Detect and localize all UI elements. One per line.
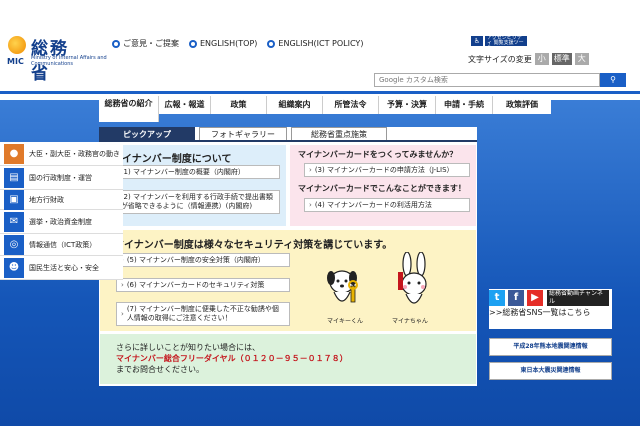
- bullet-icon: [112, 39, 120, 48]
- tab-pickup[interactable]: ピックアップ: [99, 127, 195, 141]
- tab-photo-gallery[interactable]: フォトギャラリー: [199, 127, 287, 141]
- youtube-channel-link[interactable]: 総務省動画チャンネル: [547, 290, 609, 306]
- content-tabs: ピックアップ フォトギャラリー 総務省重点施策: [99, 127, 477, 141]
- sidebar-item-elections[interactable]: ✉ 選挙・政治資金制度: [0, 210, 123, 234]
- facebook-icon[interactable]: f: [508, 290, 524, 306]
- arrow-icon: ›: [121, 309, 124, 318]
- sidebar-item-administration[interactable]: ▤ 国の行政制度・運営: [0, 166, 123, 190]
- building-icon: ▤: [4, 167, 24, 188]
- font-size-label: 文字サイズの変更: [468, 54, 532, 64]
- globe-icon: ◎: [4, 234, 24, 255]
- panel-title: マイナンバー制度について: [112, 154, 232, 165]
- search-button[interactable]: ⚲: [600, 73, 626, 87]
- sidebar-item-ict[interactable]: ◎ 情報通信（ICT政策）: [0, 234, 123, 256]
- sns-list-link[interactable]: >>総務省SNS一覧はこちら: [489, 308, 609, 318]
- site-logo[interactable]: 総務省 MIC Ministry of Internal Affairs and…: [7, 34, 107, 84]
- search-icon: ⚲: [610, 75, 616, 84]
- twitter-icon[interactable]: t: [489, 290, 505, 306]
- arrow-icon: ›: [309, 200, 312, 209]
- arrow-icon: ›: [121, 280, 124, 289]
- nav-budget[interactable]: 予算・決算: [379, 96, 436, 114]
- logo-mark-icon: [8, 36, 26, 54]
- search-box: ⚲: [374, 73, 626, 87]
- accessibility-label: アクセシビリティ 閲覧支援ツール: [485, 36, 527, 51]
- mynumber-about-panel: マイナンバー制度について ›(1) マイナンバー制度の概要（内閣府） ›(2) …: [100, 145, 286, 226]
- people-icon: ☻: [4, 257, 24, 278]
- link-opinion[interactable]: ご意見・ご提案: [112, 38, 179, 49]
- global-nav: 総務省の紹介 広報・報道 政策 組織案内 所管法令 予算・決算 申請・手続 政策…: [99, 96, 551, 122]
- panel-title: マイナンバー制度は様々なセキュリティ対策を講じています。: [114, 240, 393, 251]
- search-input[interactable]: [374, 73, 600, 87]
- link-security-measures[interactable]: ›(5) マイナンバー制度の安全対策（内閣府）: [116, 253, 290, 267]
- youtube-icon[interactable]: ▶: [527, 290, 543, 306]
- font-size-large-button[interactable]: 大: [574, 53, 589, 65]
- free-dial-intro: さらに詳しいことが知りたい場合には、: [116, 343, 260, 352]
- free-dial-panel: さらに詳しいことが知りたい場合には、 マイナンバー総合フリーダイヤル（０１２０－…: [100, 334, 476, 384]
- nav-evaluation[interactable]: 政策評価: [493, 96, 551, 114]
- accessibility-icon: ♿: [471, 36, 483, 46]
- nav-applications[interactable]: 申請・手続: [436, 96, 493, 114]
- nav-pr[interactable]: 広報・報道: [159, 96, 211, 114]
- banner-kumamoto[interactable]: 平成28年熊本地震関連情報: [489, 338, 612, 356]
- accessibility-tool-button[interactable]: ♿ アクセシビリティ 閲覧支援ツール: [471, 36, 527, 51]
- sidebar-item-ministers[interactable]: ● 大臣・副大臣・政務官の動き: [0, 142, 123, 166]
- nav-about[interactable]: 総務省の紹介: [99, 96, 159, 122]
- font-size-standard-button[interactable]: 標準: [551, 53, 572, 65]
- bullet-icon: [267, 39, 276, 48]
- link-card-application[interactable]: › (3) マイナンバーカードの申請方法（J-LIS）: [304, 163, 470, 177]
- panel-subtitle: マイナンバーカードでこんなことができます！: [298, 184, 466, 193]
- font-size-control: 文字サイズの変更 小 標準 大: [468, 53, 589, 65]
- nav-policy[interactable]: 政策: [211, 96, 267, 114]
- myna-chan-mascot: [398, 252, 427, 304]
- nav-laws[interactable]: 所管法令: [323, 96, 379, 114]
- ballot-icon: ✉: [4, 211, 24, 232]
- banner-tohoku[interactable]: 東日本大震災関連情報: [489, 362, 612, 380]
- bullet-icon: [189, 39, 197, 48]
- site-header: 総務省 MIC Ministry of Internal Affairs and…: [0, 0, 640, 94]
- nav-organization[interactable]: 組織案内: [267, 96, 323, 114]
- arrow-icon: ›: [309, 165, 312, 174]
- sidebar-item-local-finance[interactable]: ▣ 地方行財政: [0, 189, 123, 210]
- city-icon: ▣: [4, 189, 24, 210]
- tab-underline: [99, 140, 477, 142]
- link-english-ict[interactable]: ENGLISH(ICT POLICY): [267, 38, 363, 49]
- myna-chan-label: マイナちゃん: [392, 318, 428, 325]
- link-card-security[interactable]: › (6) マイナンバーカードのセキュリティ対策: [116, 278, 290, 292]
- logo-subtitle: Ministry of Internal Affairs and Communi…: [31, 55, 107, 67]
- panel-title: マイナンバーカードをつくってみませんか？: [298, 150, 458, 159]
- top-links: ご意見・ご提案 ENGLISH(TOP) ENGLISH(ICT POLICY): [112, 38, 363, 49]
- person-icon: ●: [4, 143, 24, 164]
- social-links: t f ▶ 総務省動画チャンネル >>総務省SNS一覧はこちら: [489, 289, 612, 329]
- free-dial-number: マイナンバー総合フリーダイヤル（０１２０－９５－０１７８）: [116, 354, 348, 363]
- mykey-kun-mascot: [327, 270, 358, 303]
- logo-abbr: MIC: [7, 57, 24, 66]
- font-size-small-button[interactable]: 小: [534, 53, 549, 65]
- free-dial-outro: までお問合せください。: [116, 365, 204, 374]
- link-english-top[interactable]: ENGLISH(TOP): [189, 38, 257, 49]
- sidebar-item-safety[interactable]: ☻ 国民生活と安心・安全: [0, 256, 123, 280]
- tab-priority-policies[interactable]: 総務省重点施策: [291, 127, 387, 141]
- link-card-uses[interactable]: › (4) マイナンバーカードの利活用方法: [304, 198, 470, 212]
- mynumber-card-panel: マイナンバーカードをつくってみませんか？ › (3) マイナンバーカードの申請方法…: [290, 145, 476, 226]
- mykey-kun-label: マイキーくん: [327, 318, 364, 325]
- link-mynumber-overview[interactable]: ›(1) マイナンバー制度の概要（内閣府）: [110, 165, 280, 179]
- link-fraud-warning[interactable]: › (7) マイナンバー制度に便乗した不正な勧誘や個人情報の取得にご注意ください！: [116, 302, 290, 326]
- link-mynumber-info-linkage[interactable]: ›(2) マイナンバーを利用する行政手続で提出書類が省略できるように（情報連携）…: [110, 190, 280, 214]
